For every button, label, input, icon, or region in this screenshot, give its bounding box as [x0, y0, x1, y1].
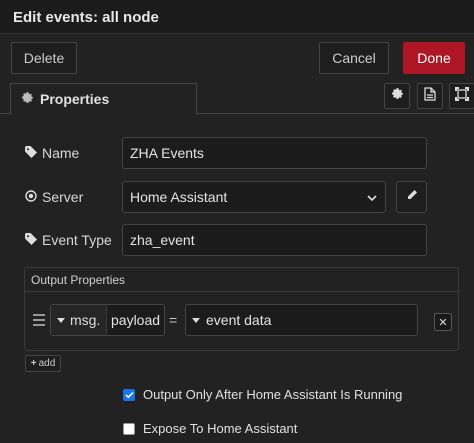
cancel-button[interactable]: Cancel: [319, 42, 389, 74]
caret-down-icon: [192, 317, 200, 323]
tab-bar: Properties: [0, 80, 474, 115]
assign-operator: =: [169, 312, 178, 328]
tab-properties[interactable]: Properties: [10, 83, 197, 115]
server-label: Server: [42, 189, 84, 205]
name-label-row: Name: [25, 145, 79, 161]
target-type-select[interactable]: msg.: [51, 305, 107, 335]
edit-server-button[interactable]: [396, 181, 427, 213]
expose-checkbox[interactable]: [123, 422, 135, 435]
name-input[interactable]: ZHA Events: [122, 137, 427, 169]
event-type-label: Event Type: [42, 232, 112, 248]
caret-down-icon: [57, 317, 65, 323]
server-select-value: Home Assistant: [130, 189, 228, 205]
target-value[interactable]: payload: [107, 305, 160, 335]
pencil-icon: [406, 188, 418, 206]
add-property-button[interactable]: + add: [25, 355, 61, 372]
server-label-row: Server: [25, 189, 83, 205]
frame-icon: [455, 86, 469, 106]
event-type-input[interactable]: zha_event: [122, 224, 427, 256]
name-label: Name: [42, 145, 80, 161]
output-properties-panel: Output Properties msg. payload = event d…: [24, 267, 459, 351]
gear-icon: [21, 91, 34, 107]
event-type-label-row: Event Type: [25, 232, 112, 248]
drag-handle-icon[interactable]: [33, 314, 45, 329]
output-only-checkbox[interactable]: [123, 388, 135, 401]
output-properties-header: Output Properties: [25, 268, 458, 292]
dialog-title: Edit events: all node: [0, 0, 474, 34]
remove-row-button[interactable]: ✕: [434, 313, 452, 331]
tag-icon: [25, 145, 37, 161]
server-select[interactable]: Home Assistant: [122, 181, 386, 213]
description-tab-button[interactable]: [417, 83, 443, 109]
document-icon: [424, 86, 436, 106]
expose-row[interactable]: Expose To Home Assistant: [123, 421, 297, 436]
output-only-row[interactable]: Output Only After Home Assistant Is Runn…: [123, 387, 402, 402]
chevron-down-icon: [367, 189, 377, 205]
target-typed-input[interactable]: msg. payload: [50, 304, 165, 336]
source-value: event data: [206, 312, 272, 328]
gear-icon: [391, 87, 404, 105]
plus-icon: +: [30, 358, 37, 369]
add-label: add: [38, 358, 56, 369]
tag-icon: [25, 232, 37, 248]
source-type-select[interactable]: event data: [185, 304, 418, 336]
target-prefix: msg.: [70, 312, 101, 328]
output-only-label: Output Only After Home Assistant Is Runn…: [143, 387, 403, 402]
tab-properties-label: Properties: [40, 91, 110, 107]
close-icon: ✕: [438, 316, 448, 329]
delete-button[interactable]: Delete: [11, 42, 77, 74]
appearance-tab-button[interactable]: [449, 83, 474, 109]
settings-tab-button[interactable]: [384, 83, 410, 109]
done-button[interactable]: Done: [403, 42, 465, 74]
expose-label: Expose To Home Assistant: [143, 421, 298, 436]
target-icon: [25, 189, 37, 205]
